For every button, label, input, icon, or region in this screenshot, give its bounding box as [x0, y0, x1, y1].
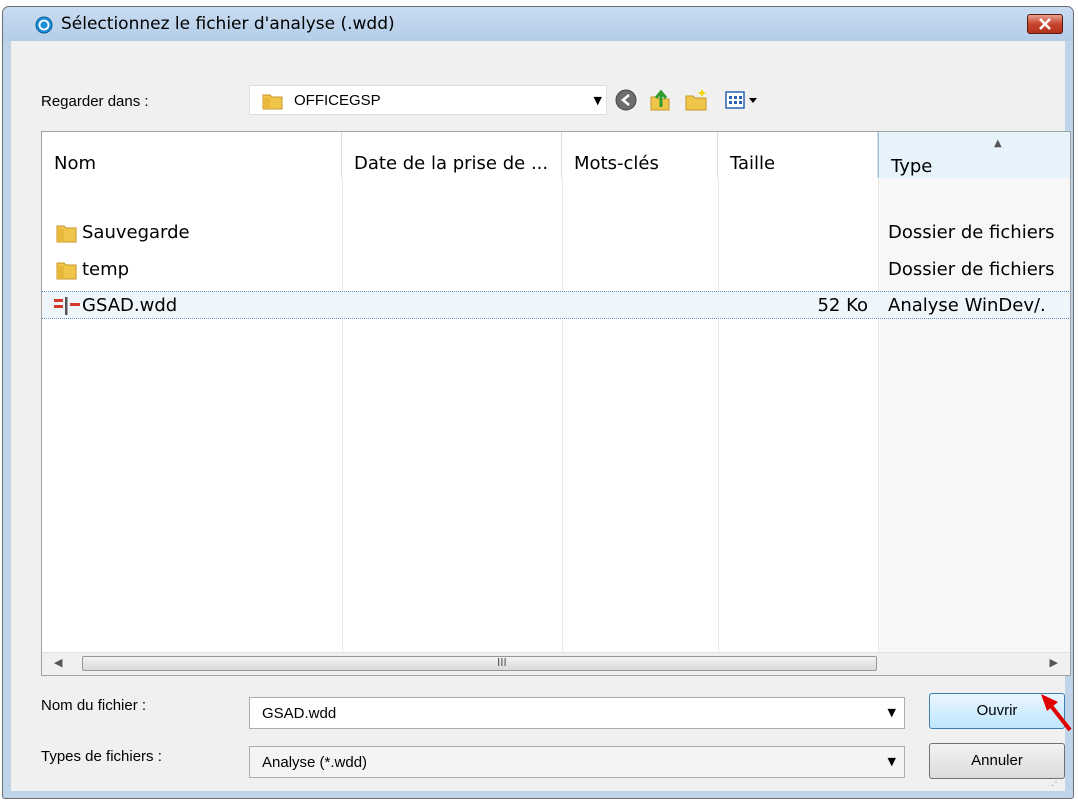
new-folder-icon[interactable]: [683, 87, 709, 113]
scroll-right-icon[interactable]: ▶: [1050, 656, 1058, 669]
chevron-down-icon[interactable]: ▼: [888, 755, 896, 768]
chevron-down-icon[interactable]: ▼: [594, 94, 602, 107]
column-divider: [878, 178, 879, 675]
scrollbar-thumb[interactable]: III: [82, 656, 877, 671]
file-type: Dossier de fichiers: [888, 259, 1055, 280]
close-icon: [1039, 18, 1051, 30]
column-header-type[interactable]: ▲ Type: [878, 132, 1070, 178]
file-size: 52 Ko: [817, 295, 868, 316]
sort-ascending-icon: ▲: [994, 138, 1002, 149]
filetype-value: Analyse (*.wdd): [262, 754, 368, 771]
dialog-body: Regarder dans : OFFICEGSP ▼ Nom Date de …: [11, 41, 1071, 791]
annotation-arrow-icon: [1041, 694, 1072, 732]
column-divider: [718, 178, 719, 675]
column-header-type-label: Type: [891, 156, 933, 177]
resize-grip-icon[interactable]: ⋰: [1051, 777, 1061, 788]
column-header-size[interactable]: Taille: [718, 132, 878, 178]
file-type: Analyse WinDev/.: [888, 295, 1046, 316]
app-icon: [35, 16, 53, 34]
filetype-select[interactable]: Analyse (*.wdd) ▼: [249, 746, 905, 778]
up-folder-icon[interactable]: [647, 87, 673, 113]
column-divider: [562, 178, 563, 675]
type-column-bg: [878, 178, 1070, 675]
scrollbar-grip: III: [497, 656, 507, 669]
chevron-down-icon[interactable]: ▼: [888, 706, 896, 719]
filename-input[interactable]: GSAD.wdd ▼: [249, 697, 905, 729]
dialog-title: Sélectionnez le fichier d'analyse (.wdd): [61, 14, 395, 34]
list-item[interactable]: Sauvegarde Dossier de fichiers: [42, 219, 1070, 245]
filetype-label: Types de fichiers :: [41, 748, 162, 765]
view-menu-icon[interactable]: [723, 87, 763, 113]
scroll-left-icon[interactable]: ◀: [54, 656, 62, 669]
column-header-name[interactable]: Nom: [42, 132, 342, 178]
folder-icon: [56, 225, 77, 243]
file-name: temp: [82, 259, 130, 280]
file-name: GSAD.wdd: [82, 295, 178, 316]
filename-label: Nom du fichier :: [41, 697, 147, 714]
close-button[interactable]: [1027, 14, 1063, 34]
file-list[interactable]: Nom Date de la prise de ... Mots-clés Ta…: [41, 131, 1071, 676]
list-item-selected[interactable]: GSAD.wdd 52 Ko Analyse WinDev/.: [42, 291, 1070, 319]
file-name: Sauvegarde: [82, 222, 190, 243]
file-open-dialog: Sélectionnez le fichier d'analyse (.wdd)…: [2, 6, 1074, 799]
title-bar[interactable]: Sélectionnez le fichier d'analyse (.wdd): [3, 7, 1073, 41]
column-header-keywords[interactable]: Mots-clés: [562, 132, 718, 178]
look-in-combo[interactable]: OFFICEGSP ▼: [249, 85, 607, 115]
look-in-label: Regarder dans :: [41, 93, 149, 110]
wdd-file-icon: [54, 297, 80, 315]
horizontal-scrollbar[interactable]: ◀ III ▶: [42, 652, 1070, 675]
list-item[interactable]: temp Dossier de fichiers: [42, 256, 1070, 282]
column-header-date[interactable]: Date de la prise de ...: [342, 132, 562, 178]
file-type: Dossier de fichiers: [888, 222, 1055, 243]
filename-value: GSAD.wdd: [262, 705, 337, 722]
folder-icon: [262, 94, 283, 110]
look-in-value: OFFICEGSP: [294, 92, 381, 109]
back-icon[interactable]: [613, 87, 639, 113]
column-divider: [342, 178, 343, 675]
folder-icon: [56, 262, 77, 280]
cancel-button[interactable]: Annuler: [929, 743, 1065, 779]
